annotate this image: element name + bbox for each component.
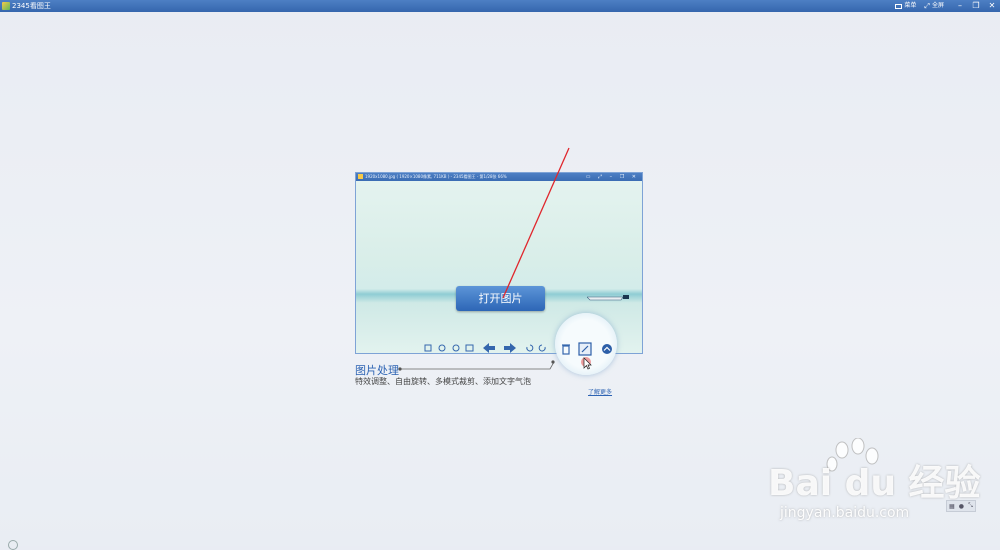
watermark-url: jingyan.baidu.com [780,505,910,521]
feature-description: 特效调整、自由旋转、多模式裁剪、添加文字气泡 [355,377,531,386]
view-mode-controls[interactable]: ▦ ● ⤡ [946,500,976,512]
grid-icon[interactable]: ▦ [949,503,955,510]
callout-dot-right [551,360,555,364]
help-icon[interactable] [8,540,18,550]
learn-more-link[interactable]: 了解更多 [588,387,612,396]
watermark-brand: Bai du 经验 [768,463,981,504]
resize-icon[interactable]: ⤡ [968,502,973,510]
callout-line [400,361,555,370]
settings-icon[interactable]: ● [959,503,964,510]
red-arrow-line [502,147,570,299]
